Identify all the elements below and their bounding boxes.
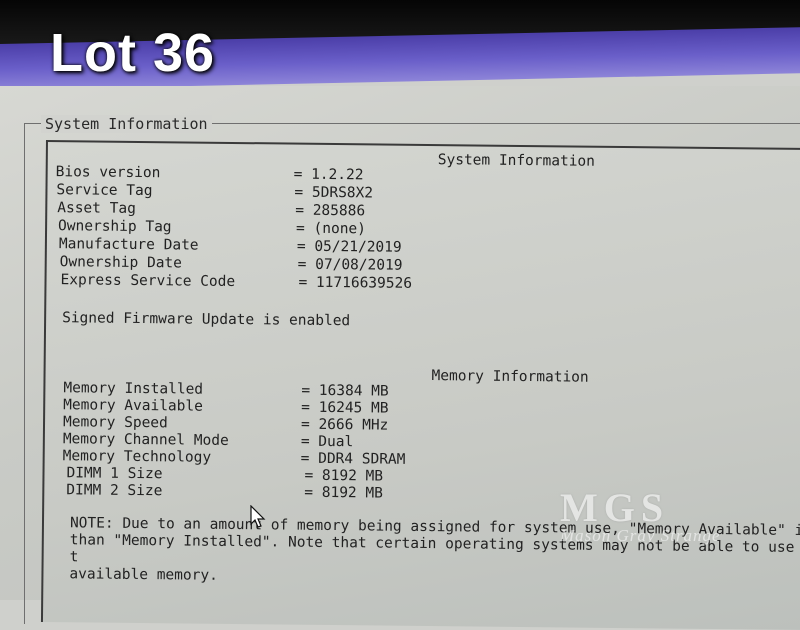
mouse-cursor-icon — [250, 505, 266, 529]
memory-speed-value: = 2666 MHz — [301, 417, 388, 434]
express-service-code-value: = 11716639526 — [298, 275, 412, 292]
watermark-logo: MGS — [560, 488, 721, 528]
express-service-code-label: Express Service Code — [60, 272, 235, 290]
bios-version-value: = 1.2.22 — [294, 167, 364, 184]
dimm-1-size-value: = 8192 MB — [304, 468, 383, 485]
ownership-date-label: Ownership Date — [60, 254, 182, 271]
memory-info-table: Memory Installed = 16384 MB Memory Avail… — [62, 380, 563, 515]
service-tag-label: Service Tag — [56, 182, 152, 199]
manufacture-date-value: = 05/21/2019 — [297, 239, 402, 256]
manufacture-date-label: Manufacture Date — [59, 236, 199, 253]
bios-version-label: Bios version — [56, 164, 161, 181]
service-tag-value: = 5DRS8X2 — [294, 185, 373, 202]
memory-channel-mode-value: = Dual — [301, 434, 354, 451]
memory-available-value: = 16245 MB — [301, 400, 388, 417]
dimm-2-size-label: DIMM 2 Size — [66, 482, 162, 499]
memory-installed-label: Memory Installed — [63, 380, 203, 397]
ownership-date-value: = 07/08/2019 — [298, 257, 403, 274]
ownership-tag-label: Ownership Tag — [58, 218, 172, 235]
watermark-text: Mason Gray Strange — [560, 526, 721, 546]
info-panel: System Information Bios version = 1.2.22… — [41, 140, 800, 630]
watermark: MGS Mason Gray Strange — [560, 488, 721, 546]
system-info-table: Bios version = 1.2.22 Service Tag = 5DRS… — [54, 164, 555, 309]
memory-installed-value: = 16384 MB — [301, 383, 388, 400]
dimm-2-size-value: = 8192 MB — [304, 485, 383, 502]
ownership-tag-value: = (none) — [296, 221, 366, 238]
lot-label: Lot 36 — [50, 22, 215, 84]
memory-technology-value: = DDR4 SDRAM — [301, 451, 406, 468]
dimm-1-size-label: DIMM 1 Size — [66, 465, 162, 482]
asset-tag-value: = 285886 — [295, 203, 365, 220]
firmware-status-text: Signed Firmware Update is enabled — [62, 310, 350, 329]
system-info-title: System Information — [438, 152, 595, 170]
memory-available-label: Memory Available — [63, 397, 203, 414]
memory-speed-label: Memory Speed — [63, 414, 168, 431]
group-legend: System Information — [41, 115, 212, 133]
memory-channel-mode-label: Memory Channel Mode — [63, 431, 229, 449]
asset-tag-label: Asset Tag — [57, 200, 136, 217]
memory-info-title: Memory Information — [431, 368, 588, 386]
memory-technology-label: Memory Technology — [63, 448, 212, 466]
